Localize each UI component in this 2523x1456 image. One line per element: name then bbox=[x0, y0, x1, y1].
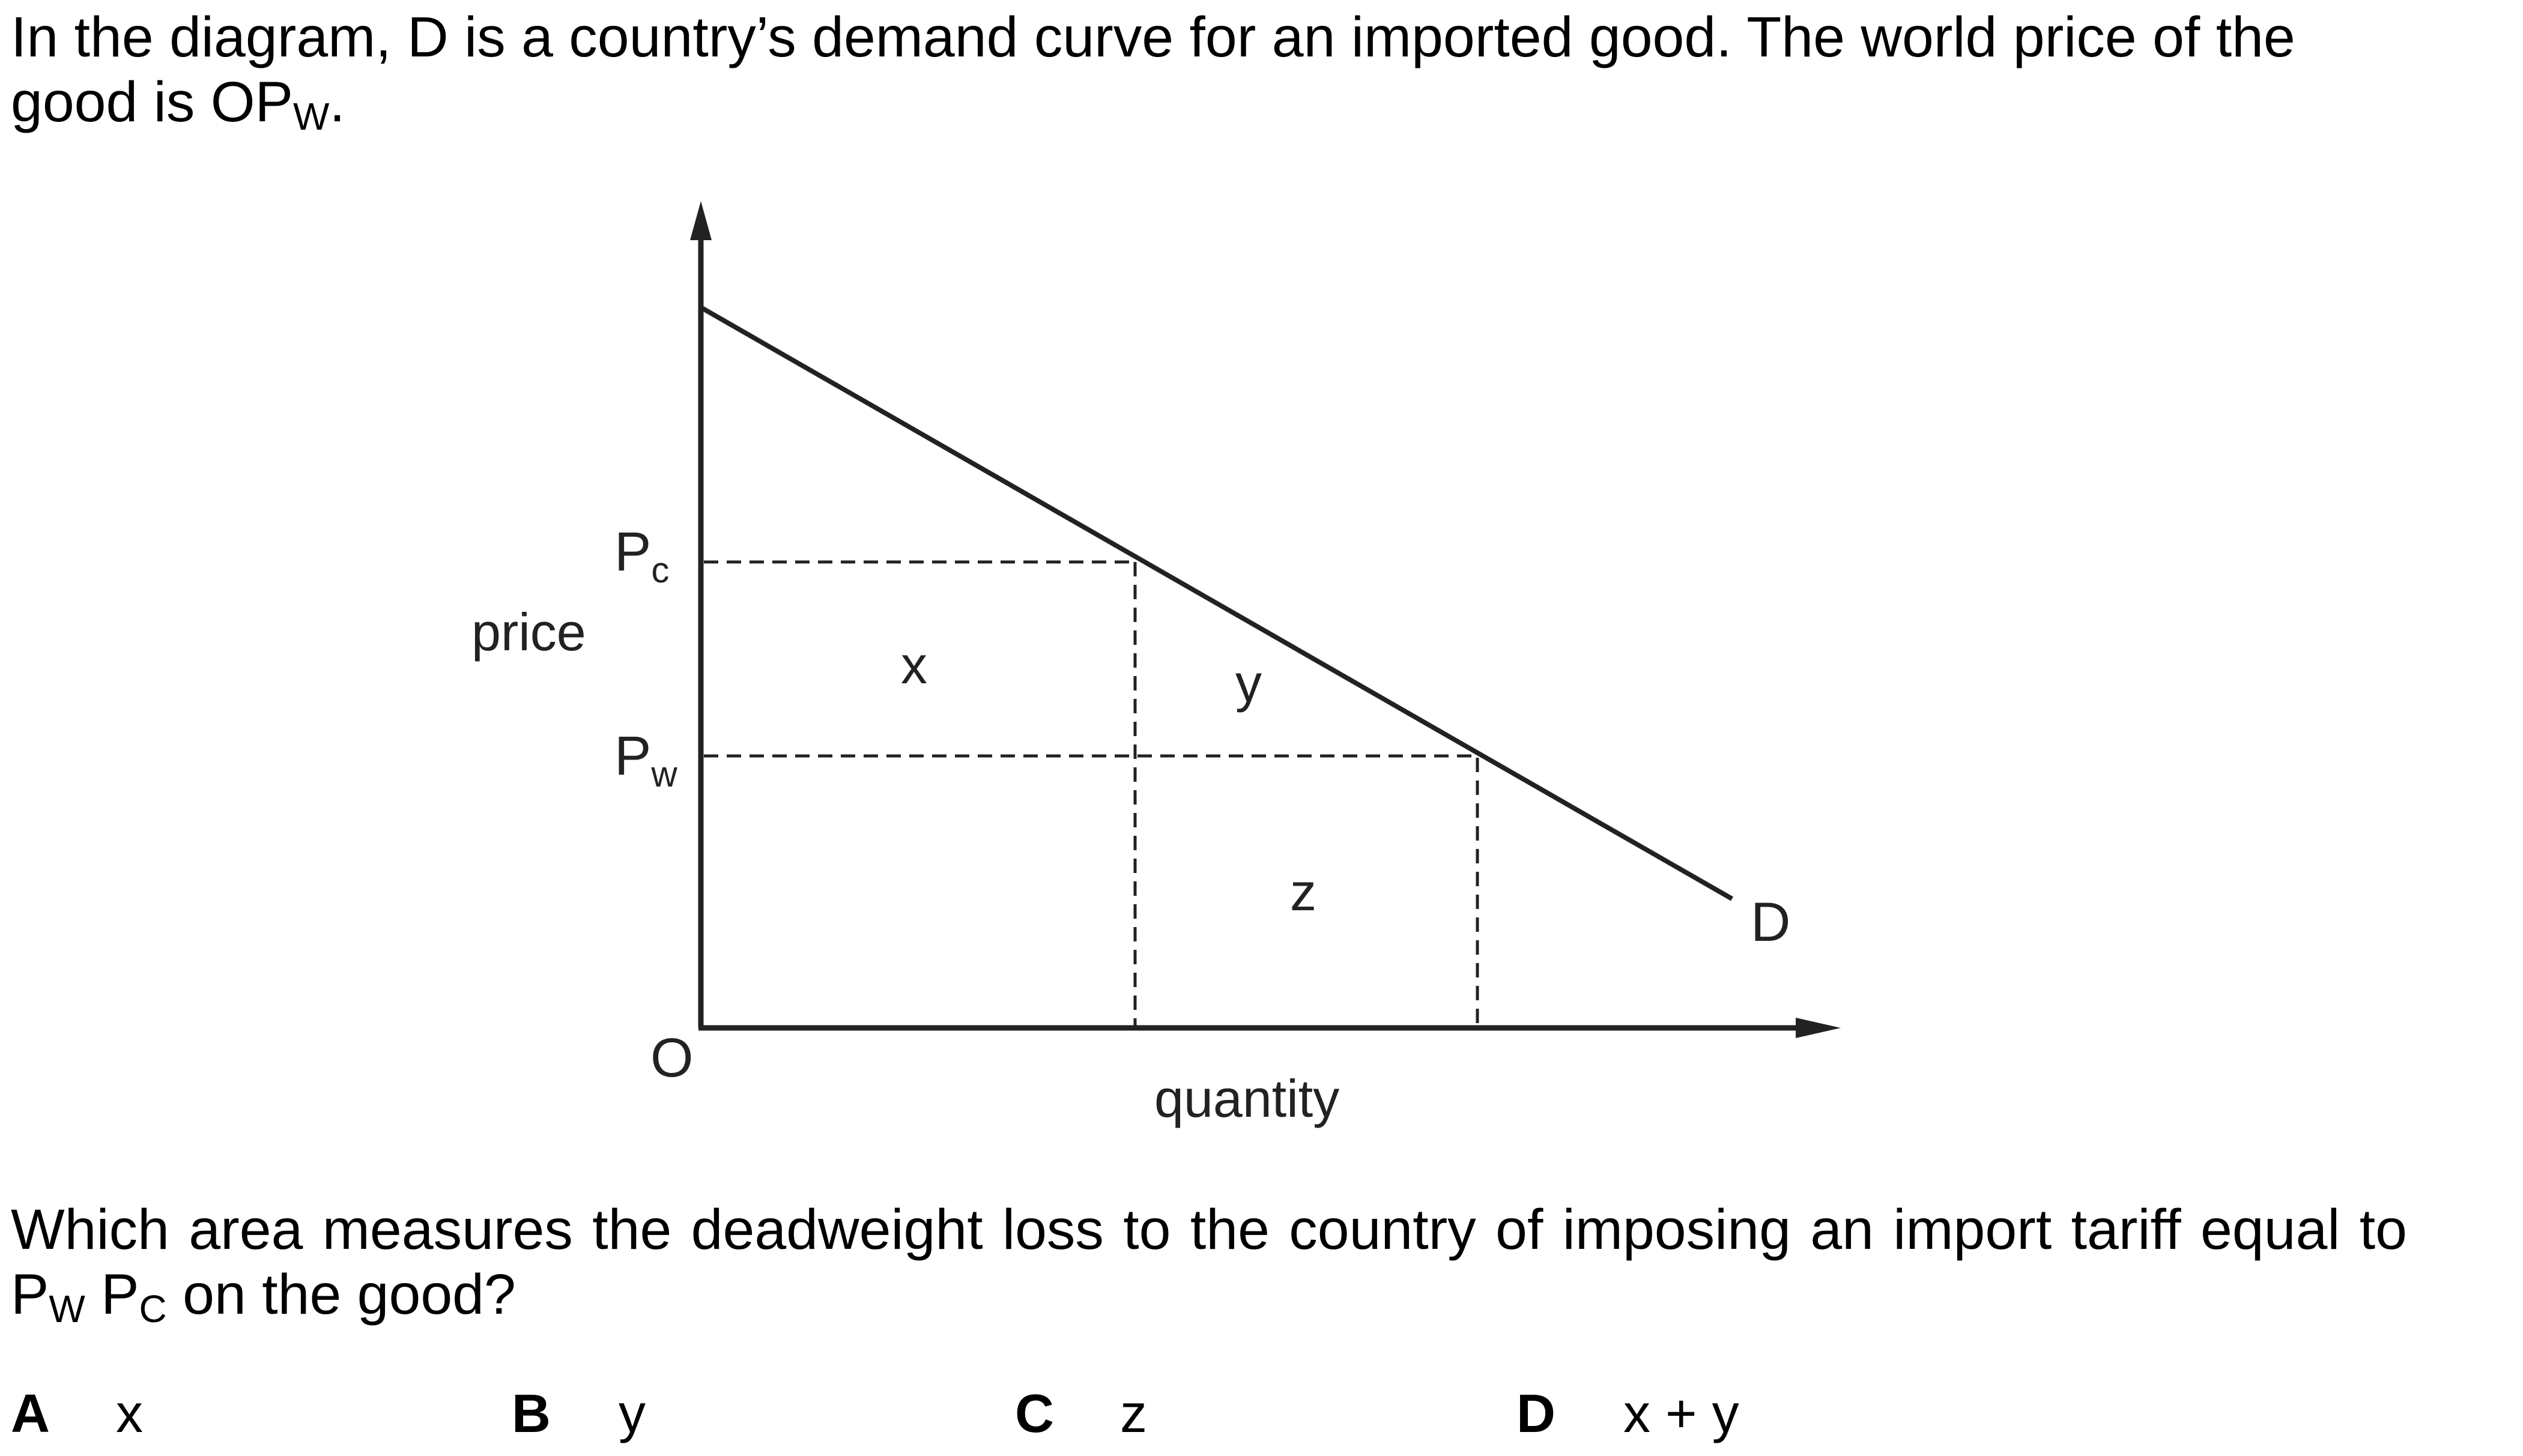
pc-main: P bbox=[614, 521, 651, 582]
option-b-letter: B bbox=[512, 1384, 551, 1444]
price-level-pw: Pw bbox=[614, 725, 677, 794]
y-axis-label: price bbox=[471, 602, 586, 662]
stem-subscript-w: W bbox=[49, 1287, 85, 1331]
x-axis-label: quantity bbox=[1154, 1069, 1339, 1128]
question-stem: Which area measures the deadweight loss … bbox=[11, 1197, 2407, 1341]
option-d[interactable]: D x + y bbox=[1516, 1381, 1739, 1447]
area-label-y: y bbox=[1235, 653, 1262, 713]
price-axis-arrowhead bbox=[690, 201, 712, 240]
area-label-x: x bbox=[901, 635, 927, 695]
area-label-z: z bbox=[1290, 862, 1316, 922]
option-a[interactable]: A x bbox=[11, 1381, 143, 1447]
price-level-pc: Pc bbox=[614, 521, 669, 590]
option-d-letter: D bbox=[1516, 1384, 1555, 1444]
option-c-answer: z bbox=[1120, 1384, 1147, 1444]
pw-main: P bbox=[614, 725, 651, 787]
quantity-axis-arrowhead bbox=[1796, 1018, 1841, 1038]
option-a-letter: A bbox=[11, 1384, 50, 1444]
demand-curve-label: D bbox=[1751, 892, 1790, 953]
stem-text-end: on the good? bbox=[166, 1263, 516, 1326]
option-c[interactable]: C z bbox=[1015, 1381, 1147, 1447]
option-b[interactable]: B y bbox=[512, 1381, 646, 1447]
demand-curve bbox=[700, 305, 1733, 901]
pc-subscript: c bbox=[651, 550, 669, 590]
stem-text-p: P bbox=[85, 1263, 139, 1326]
origin-label: O bbox=[650, 1027, 694, 1089]
option-a-answer: x bbox=[116, 1384, 143, 1444]
pw-subscript: w bbox=[650, 754, 677, 794]
option-b-answer: y bbox=[619, 1384, 646, 1444]
option-d-answer: x + y bbox=[1623, 1384, 1739, 1444]
option-c-letter: C bbox=[1015, 1384, 1054, 1444]
stem-subscript-c: C bbox=[139, 1287, 167, 1331]
